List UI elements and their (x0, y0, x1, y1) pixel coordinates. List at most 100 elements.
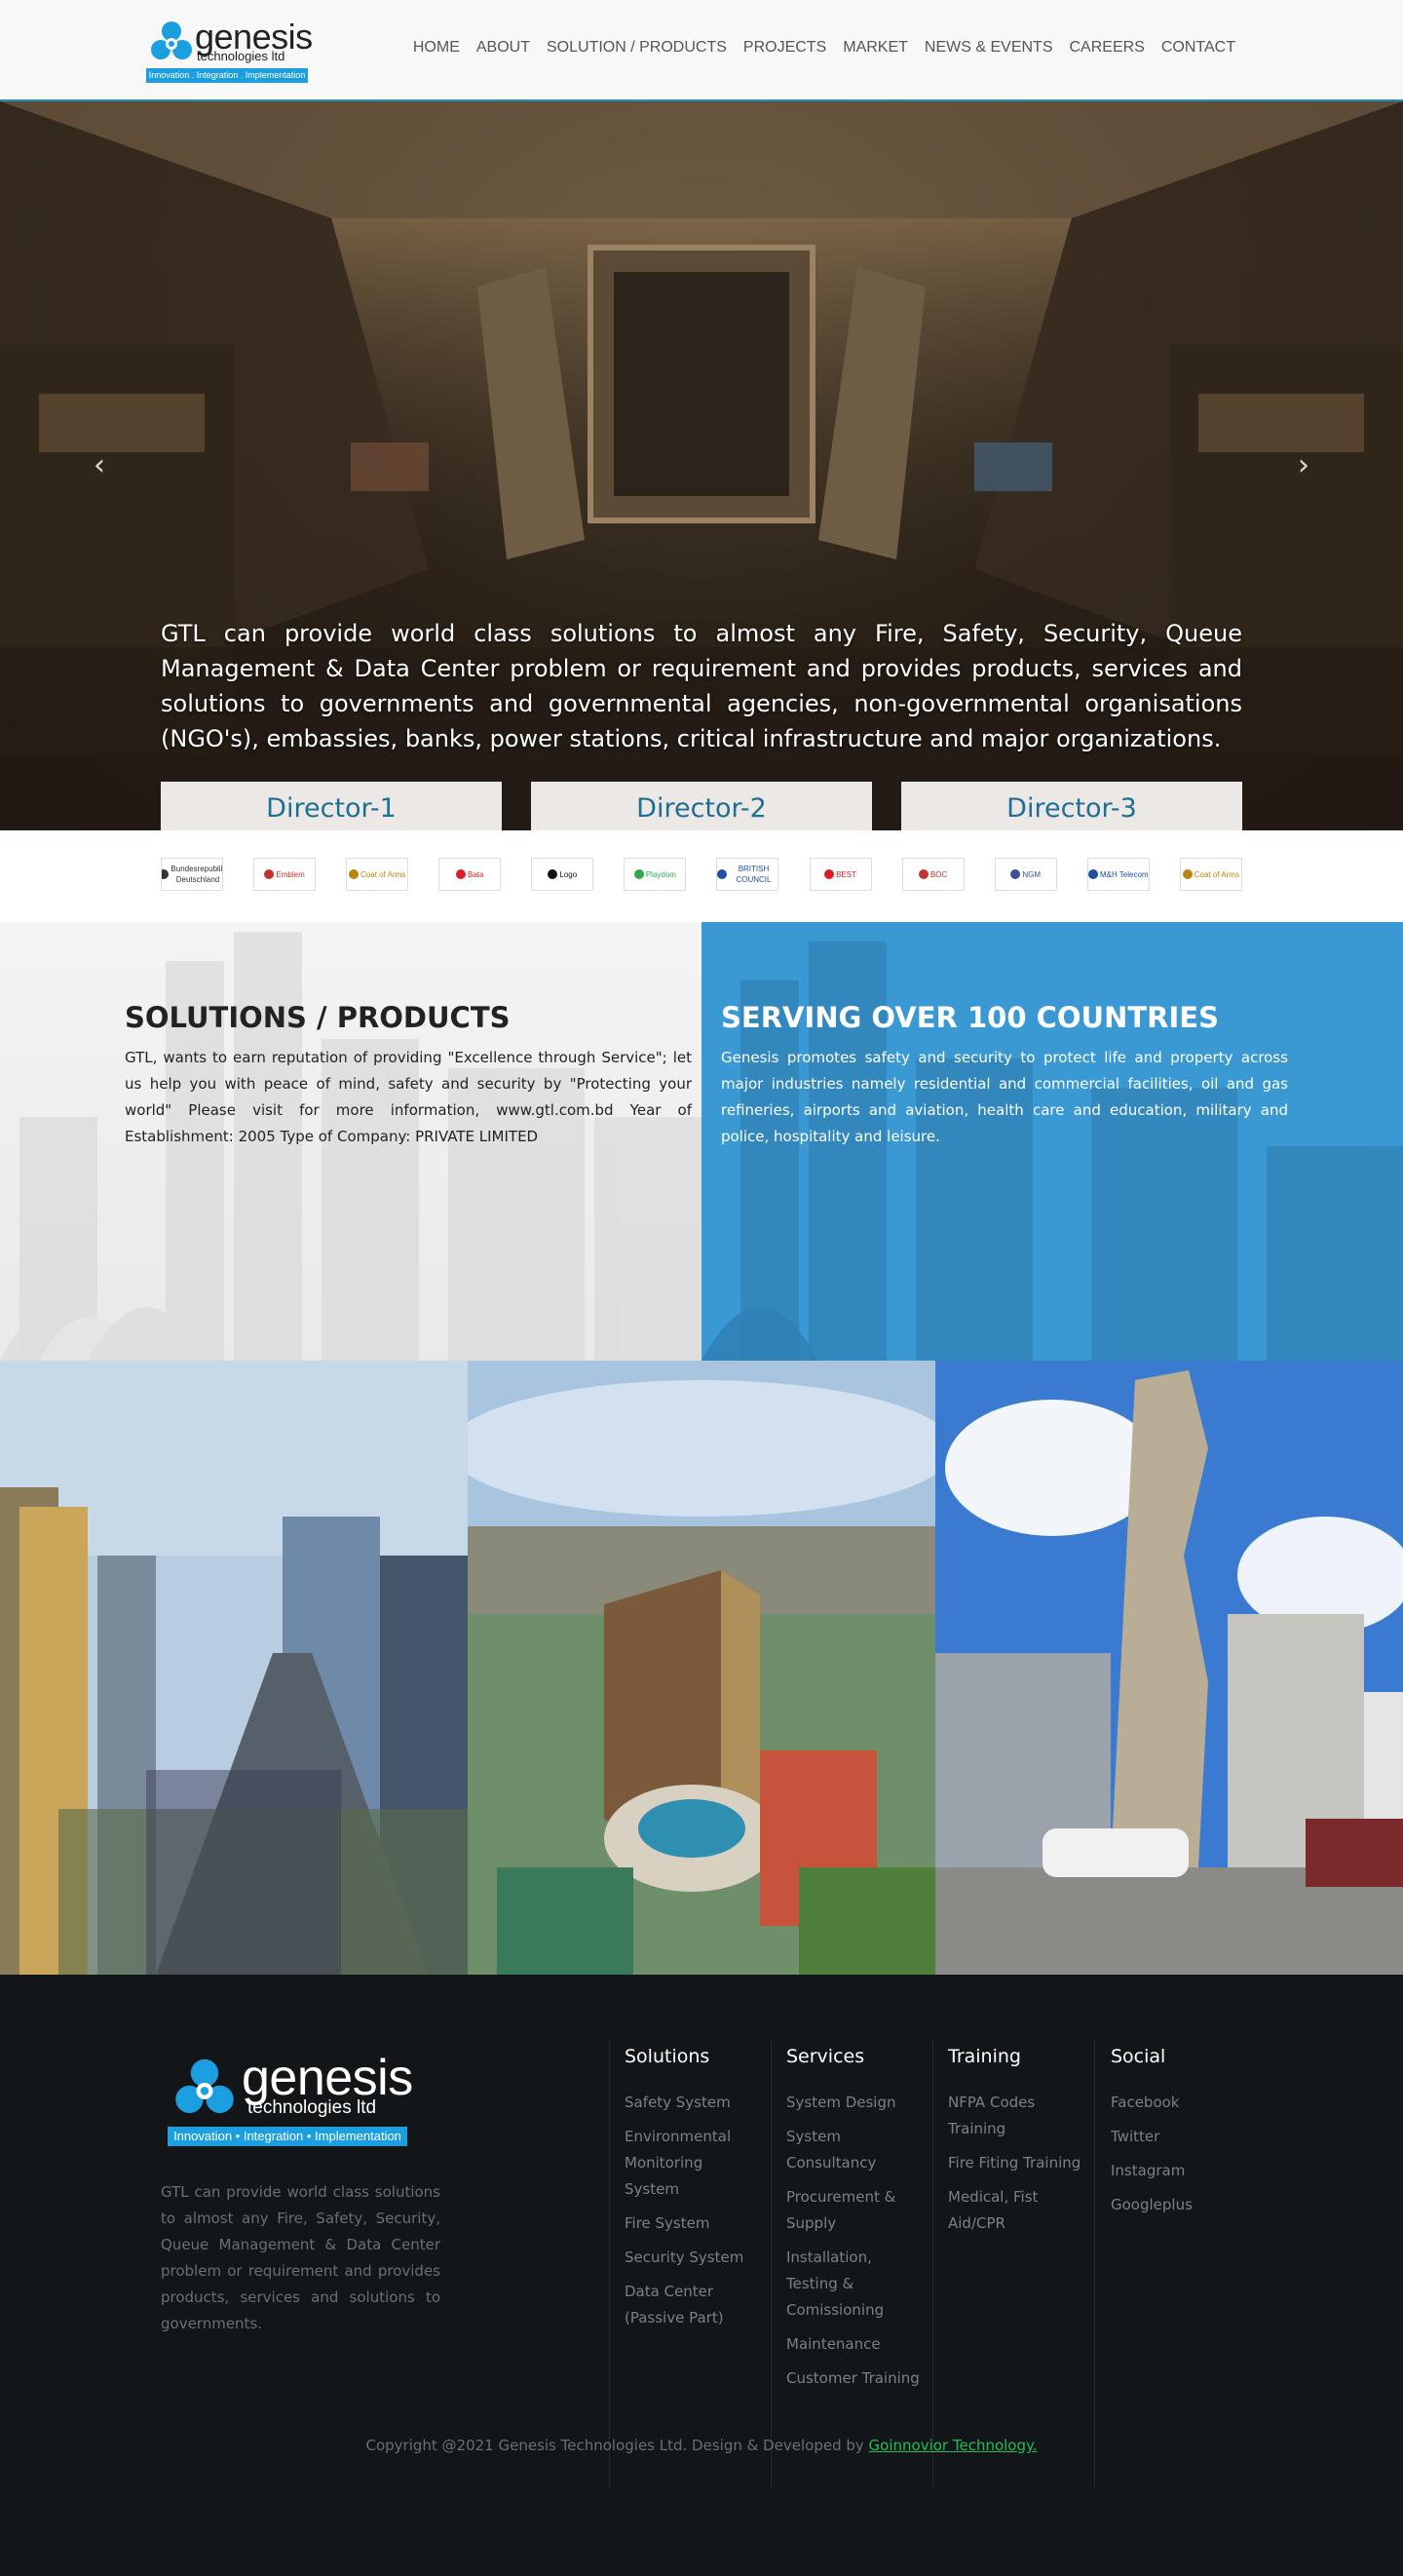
client-logo-row: Bundesrepublik Deutschland Emblem Coat of … (161, 858, 1242, 891)
nav-home[interactable]: HOME (413, 39, 460, 57)
footer-link[interactable]: System Design (786, 2090, 923, 2116)
client-logo: BRITISH COUNCIL (716, 858, 779, 891)
nav-market[interactable]: MARKET (843, 39, 908, 57)
footer-link[interactable]: Fire System (625, 2211, 761, 2237)
client-logo-icon (633, 869, 644, 879)
footer-col-title: Solutions (625, 2046, 710, 2067)
client-logo-icon (918, 869, 929, 879)
twitter-link[interactable]: Twitter (1111, 2124, 1247, 2150)
footer-col-title: Social (1111, 2046, 1166, 2067)
client-logo-label: Playdom (645, 869, 676, 879)
footer-link[interactable]: Maintenance (786, 2331, 923, 2358)
solutions-text: GTL, wants to earn reputation of providi… (125, 1049, 692, 1145)
slider-prev-icon[interactable]: ‹ (94, 448, 105, 482)
footer-col-title: Training (948, 2046, 1021, 2067)
client-logo-label: BRITISH COUNCIL (736, 865, 772, 884)
brand-logo[interactable]: genesis technologies ltd Innovation . In… (146, 18, 313, 84)
monument-photo (935, 1361, 1403, 1975)
client-logo-icon (162, 869, 170, 879)
countries-title: SERVING OVER 100 COUNTRIES (721, 1001, 1219, 1034)
countries-panel: SERVING OVER 100 COUNTRIES Genesis promo… (702, 922, 1403, 1361)
client-logo-icon (1087, 869, 1098, 879)
client-logo-icon (349, 869, 360, 879)
googleplus-link[interactable]: Googleplus (1111, 2192, 1247, 2218)
client-logo-label: Coat of Arms (1194, 869, 1239, 879)
director-1-button[interactable]: Director-1 (161, 782, 502, 830)
client-logo-label: Coat of Arms (360, 869, 406, 879)
slider-next-icon[interactable]: › (1298, 448, 1309, 482)
instagram-link[interactable]: Instagram (1111, 2158, 1247, 2184)
footer-col-training: Training NFPA Codes Training Fire Fiting… (948, 2043, 1084, 2245)
footer-link[interactable]: Customer Training (786, 2365, 923, 2392)
hero-caption: GTL can provide world class solutions to… (161, 620, 1242, 752)
nav-news-events[interactable]: NEWS & EVENTS (925, 39, 1053, 57)
client-logo: NGM (994, 858, 1057, 891)
footer-link[interactable]: Data Center (Passive Part) (625, 2279, 761, 2331)
client-logos: Bundesrepublik Deutschland Emblem Coat of … (0, 830, 1403, 922)
footer-link[interactable]: Procurement & Supply (786, 2184, 923, 2237)
footer-link[interactable]: NFPA Codes Training (948, 2090, 1084, 2142)
footer-link[interactable]: Fire Fiting Training (948, 2150, 1084, 2176)
footer-link[interactable]: Security System (625, 2245, 761, 2271)
nav-careers[interactable]: CAREERS (1070, 39, 1145, 57)
client-logo-label: Emblem (276, 869, 305, 879)
footer-about: GTL can provide world class solutions to… (161, 2183, 440, 2332)
countries-text: Genesis promotes safety and security to … (721, 1049, 1288, 1145)
nav-projects[interactable]: PROJECTS (743, 39, 826, 57)
footer-divider (771, 2039, 772, 2487)
nav-contact[interactable]: CONTACT (1161, 39, 1235, 57)
footer-col-title: Services (786, 2046, 865, 2067)
client-logo: Coat of Arms (346, 858, 409, 891)
footer-divider (932, 2039, 933, 2487)
client-logo-label: Bata (468, 869, 484, 879)
footer-link[interactable]: Medical, Fist Aid/CPR (948, 2184, 1084, 2237)
footer-divider (1094, 2039, 1095, 2487)
developer-link[interactable]: Goinnovior Technology. (869, 2437, 1038, 2454)
footer-col-services: Services System Design System Consultanc… (786, 2043, 923, 2400)
city-street-photo (0, 1361, 468, 1975)
hero-slider: ‹ › GTL can provide world class solution… (0, 101, 1403, 830)
client-logo: Bata (438, 858, 502, 891)
client-logo-icon (548, 869, 558, 879)
footer-brand-sub: technologies ltd (247, 2097, 377, 2118)
director-tabs: Director-1 Director-2 Director-3 (161, 782, 1242, 830)
client-logo: BEST (809, 858, 872, 891)
client-logo-label: BEST (836, 869, 856, 879)
director-2-button[interactable]: Director-2 (531, 782, 872, 830)
client-logo: Logo (531, 858, 594, 891)
client-logo-label: Logo (559, 869, 578, 879)
director-3-button[interactable]: Director-3 (901, 782, 1242, 830)
genesis-logo-icon (151, 21, 192, 59)
footer-link[interactable]: Environmental Monitoring System (625, 2124, 761, 2203)
client-logo: Playdom (624, 858, 687, 891)
genesis-logo-icon (175, 2058, 234, 2114)
client-logo-icon (1182, 869, 1193, 879)
client-logo-icon (264, 869, 275, 879)
hotel-aerial-photo (468, 1361, 935, 1975)
client-logo: BOC (901, 858, 965, 891)
client-logo-icon (824, 869, 835, 879)
client-logo: Coat of Arms (1179, 858, 1242, 891)
client-logo: Bundesrepublik Deutschland (161, 858, 223, 891)
copyright-line: Copyright @2021 Genesis Technologies Ltd… (0, 2437, 1403, 2454)
footer-col-solutions: Solutions Safety System Environmental Mo… (625, 2043, 761, 2339)
client-logo-icon (456, 869, 466, 879)
client-logo-icon (717, 869, 728, 879)
footer-col-social: Social Facebook Twitter Instagram Google… (1111, 2043, 1247, 2226)
footer-logo[interactable]: genesis technologies ltd Innovation • In… (168, 2051, 413, 2146)
nav-about[interactable]: ABOUT (476, 39, 530, 57)
brand-tagline: Innovation . Integration . Implementatio… (146, 68, 308, 83)
client-logo: M&H Telecom (1086, 858, 1150, 891)
site-header: genesis technologies ltd Innovation . In… (0, 0, 1403, 101)
footer-link[interactable]: Installation, Testing & Comissioning (786, 2245, 923, 2324)
client-logo-label: NGM (1022, 869, 1042, 879)
nav-solution-products[interactable]: SOLUTION / PRODUCTS (547, 39, 727, 57)
brand-sub: technologies ltd (197, 49, 285, 63)
footer-link[interactable]: System Consultancy (786, 2124, 923, 2176)
footer-link[interactable]: Safety System (625, 2090, 761, 2116)
client-logo-label: BOC (929, 869, 948, 879)
client-logo-icon (1010, 869, 1021, 879)
site-footer: genesis technologies ltd Innovation • In… (0, 1975, 1403, 2576)
client-logo: Emblem (253, 858, 317, 891)
facebook-link[interactable]: Facebook (1111, 2090, 1247, 2116)
